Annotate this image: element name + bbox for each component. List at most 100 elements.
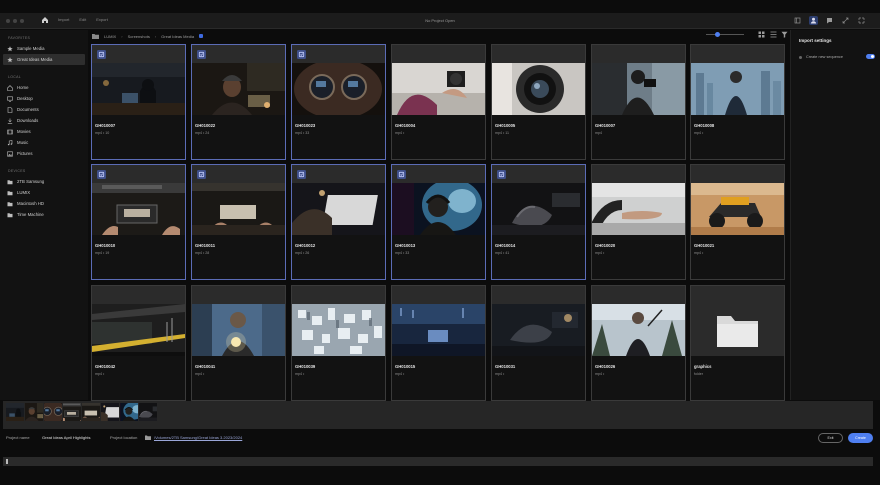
media-tile[interactable]: GH010007 mp4 — [591, 44, 686, 160]
media-tile[interactable]: GH010026 mp4 • — [591, 285, 686, 401]
selected-check-icon[interactable] — [297, 50, 306, 59]
sidebar-item-label: Pictures — [17, 151, 33, 156]
media-meta: mp4 • 11 — [495, 131, 509, 135]
video-thumbnail — [592, 63, 685, 115]
media-tile[interactable]: GH010008 mp4 • — [690, 44, 785, 160]
zoom-window-icon[interactable] — [20, 19, 24, 23]
fullscreen-icon[interactable] — [857, 16, 866, 25]
selected-check-icon[interactable] — [97, 50, 106, 59]
minimize-window-icon[interactable] — [13, 19, 17, 23]
media-tile[interactable]: GH010021 mp4 • — [690, 164, 785, 280]
media-name: GH010039 — [295, 364, 316, 369]
media-meta: mp4 • 33 — [395, 251, 410, 255]
drive-icon — [7, 212, 13, 218]
create-new-sequence-toggle[interactable] — [866, 54, 875, 59]
folder-icon[interactable] — [92, 33, 99, 39]
sidebar-item-label: Movies — [17, 129, 31, 134]
sidebar-item-macintosh-hd[interactable]: Macintosh HD — [0, 198, 88, 209]
notifications-icon[interactable] — [825, 16, 834, 25]
media-tile[interactable]: GH010041 mp4 • — [191, 285, 286, 401]
selected-check-icon[interactable] — [197, 50, 206, 59]
media-tile[interactable]: GH010004 mp4 • — [391, 44, 486, 160]
selected-clip-thumbnail[interactable] — [44, 403, 62, 421]
selected-check-icon[interactable] — [497, 170, 506, 179]
sidebar-item-label: 2TB Samsung — [17, 179, 45, 184]
sidebar-item-pictures[interactable]: Pictures — [0, 148, 88, 159]
workspaces-icon[interactable] — [793, 16, 802, 25]
media-tile[interactable]: GH010023 mp4 • 33 — [291, 44, 386, 160]
sidebar-item-sample-media[interactable]: Sample Media — [0, 43, 88, 54]
window-controls[interactable] — [6, 19, 24, 23]
selected-clip-thumbnail[interactable] — [25, 403, 43, 421]
selected-clip-thumbnail[interactable] — [6, 403, 24, 421]
tile-info-area — [492, 235, 585, 279]
media-tile[interactable]: GH010007 mp4 • 10 — [91, 44, 186, 160]
sidebar-item-desktop[interactable]: Desktop — [0, 93, 88, 104]
selected-clip-thumbnail[interactable] — [101, 403, 119, 421]
selected-check-icon[interactable] — [297, 170, 306, 179]
media-tile[interactable]: GH010020 mp4 • — [591, 164, 686, 280]
sidebar-item-movies[interactable]: Movies — [0, 126, 88, 137]
video-thumbnail — [92, 63, 185, 115]
sidebar-item-time-machine[interactable]: Time Machine — [0, 209, 88, 220]
media-name: GH010011 — [195, 243, 216, 248]
tab-import[interactable]: Import — [58, 17, 69, 22]
media-tile[interactable]: GH010005 mp4 • 11 — [491, 44, 586, 160]
folder-icon[interactable] — [145, 435, 151, 440]
media-tile[interactable]: GH010022 mp4 • 24 — [191, 44, 286, 160]
selected-clip-thumbnail[interactable] — [120, 403, 138, 421]
sidebar-item-downloads[interactable]: Downloads — [0, 115, 88, 126]
selected-check-icon[interactable] — [397, 170, 406, 179]
sidebar-item-great-ideas-media[interactable]: Great Ideas Media — [3, 54, 85, 65]
media-tile[interactable]: GH010042 mp4 • — [91, 285, 186, 401]
media-tile[interactable]: GH010039 mp4 • — [291, 285, 386, 401]
sidebar-item-label: Sample Media — [17, 46, 45, 51]
scrub-bar[interactable] — [3, 457, 873, 466]
tab-export[interactable]: Export — [96, 17, 108, 22]
selected-clip-thumbnail[interactable] — [82, 403, 100, 421]
project-location-path[interactable]: /Volumes/2TB Samsung/Great Ideas 3.2023/… — [154, 435, 242, 440]
import-settings-title: Import settings — [799, 38, 832, 43]
breadcrumb-item[interactable]: Screenshots — [128, 34, 150, 39]
tile-info-area — [691, 115, 784, 159]
close-window-icon[interactable] — [6, 19, 10, 23]
selected-check-icon[interactable] — [197, 170, 206, 179]
media-tile[interactable]: GH010031 mp4 • — [491, 285, 586, 401]
grid-view-icon[interactable] — [758, 31, 765, 38]
sidebar-item-home[interactable]: Home — [0, 82, 88, 93]
selected-check-icon[interactable] — [97, 170, 106, 179]
media-tile[interactable]: GH010013 mp4 • 33 — [391, 164, 486, 280]
media-tile[interactable]: GH010012 mp4 • 26 — [291, 164, 386, 280]
project-name-field[interactable]: Great Ideas April Highlights — [42, 435, 90, 440]
media-tile[interactable]: GH010011 mp4 • 28 — [191, 164, 286, 280]
list-view-icon[interactable] — [770, 31, 777, 38]
tab-edit[interactable]: Edit — [79, 17, 86, 22]
selected-clip-thumbnail[interactable] — [139, 403, 157, 421]
create-button[interactable]: Create — [848, 433, 873, 443]
window-title: No Project Open — [425, 18, 455, 23]
breadcrumb-item[interactable]: LUMIX — [104, 34, 116, 39]
video-thumbnail — [192, 63, 285, 115]
account-icon[interactable] — [809, 16, 818, 25]
filter-icon[interactable] — [781, 31, 788, 38]
thumbnail-size-slider[interactable] — [706, 32, 744, 37]
sidebar-item-lumix[interactable]: LUMIX — [0, 187, 88, 198]
exit-button[interactable]: Exit — [818, 433, 843, 443]
media-tile[interactable]: GH010010 mp4 • 19 — [91, 164, 186, 280]
media-name: GH010010 — [95, 243, 116, 248]
media-tile[interactable]: GH010015 mp4 • — [391, 285, 486, 401]
sidebar-item-music[interactable]: Music — [0, 137, 88, 148]
selected-clip-thumbnail[interactable] — [63, 403, 81, 421]
playhead[interactable] — [6, 459, 8, 464]
breadcrumb-item[interactable]: Great Ideas Media — [161, 34, 194, 39]
maximize-icon[interactable] — [841, 16, 850, 25]
media-tile[interactable]: GH010014 mp4 • 41 — [491, 164, 586, 280]
folder-tile[interactable]: graphics folder — [690, 285, 785, 401]
tile-info-area — [592, 115, 685, 159]
home-icon[interactable] — [41, 16, 49, 24]
sidebar-item-documents[interactable]: Documents — [0, 104, 88, 115]
media-name: graphics — [694, 364, 712, 369]
media-meta: mp4 • 10 — [95, 131, 110, 135]
sidebar-item-2tb-samsung[interactable]: 2TB Samsung — [0, 176, 88, 187]
slider-knob[interactable] — [715, 32, 720, 37]
